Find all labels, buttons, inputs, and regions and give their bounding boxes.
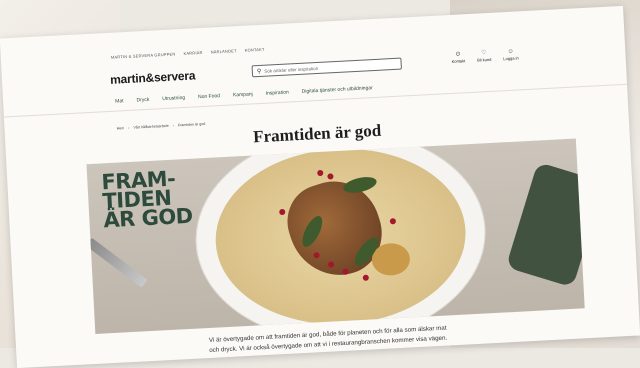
top-link-contact[interactable]: KONTAKT [244, 47, 264, 53]
hero-heading: FRAM- TIDEN ÄR GOD [101, 167, 194, 233]
search-input[interactable]: ⚲ Sök artiklar eller inspiration [251, 57, 402, 78]
breadcrumb-home[interactable]: Hem [117, 126, 125, 130]
main-nav: Mat Dryck Utrustning Non Food Kampanj In… [115, 85, 373, 104]
top-link-careers[interactable]: KARRIÄR [183, 50, 202, 56]
util-contact-label: Kontakt [451, 58, 466, 64]
nav-item-inspiration[interactable]: Inspiration [266, 90, 289, 97]
util-contact[interactable]: ⊙ Kontakt [451, 50, 466, 64]
breadcrumb-separator: › [128, 125, 130, 130]
webpage: MARTIN & SERVERA GRUPPEN KARRIÄR NÄRLAND… [0, 5, 640, 368]
breadcrumb-current: Framtiden är god [177, 121, 206, 128]
brand-logo[interactable]: martin&servera [110, 68, 196, 86]
util-become-customer-label: Bli kund [477, 56, 492, 63]
top-links: MARTIN & SERVERA GRUPPEN KARRIÄR NÄRLAND… [111, 47, 265, 60]
nav-item-equipment[interactable]: Utrustning [162, 95, 185, 102]
breadcrumb: Hem › Vårt hållbarhetsarbete › Framtiden… [117, 122, 206, 131]
utility-links: ⊙ Kontakt ♡ Bli kund ☺ Logga in [451, 47, 519, 64]
util-become-customer[interactable]: ♡ Bli kund [477, 49, 492, 63]
breadcrumb-separator: › [172, 123, 175, 128]
search-icon: ⚲ [256, 68, 262, 75]
nav-item-drink[interactable]: Dryck [136, 97, 149, 104]
search-placeholder: Sök artiklar eller inspiration [264, 65, 319, 74]
util-login[interactable]: ☺ Logga in [503, 47, 519, 62]
nav-item-digital-services[interactable]: Digitala tjänster och utbildningar [302, 85, 373, 95]
hero-heading-line: ÄR GOD [102, 203, 194, 233]
top-link-narlandet[interactable]: NÄRLANDET [211, 48, 237, 54]
napkin-image [505, 161, 585, 288]
nav-item-non-food[interactable]: Non Food [198, 93, 220, 100]
knife-image [86, 237, 148, 288]
util-login-label: Logga in [503, 55, 519, 62]
nav-item-campaign[interactable]: Kampanj [233, 91, 253, 98]
nav-item-food[interactable]: Mat [115, 98, 124, 104]
top-link-group[interactable]: MARTIN & SERVERA GRUPPEN [111, 51, 176, 59]
hero-image: FRAM- TIDEN ÄR GOD [86, 138, 585, 334]
breadcrumb-sustainability[interactable]: Vårt hållbarhetsarbete [133, 124, 169, 130]
